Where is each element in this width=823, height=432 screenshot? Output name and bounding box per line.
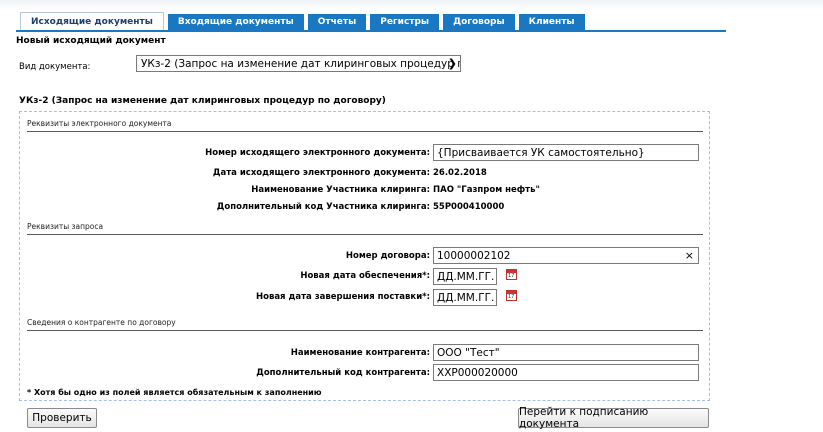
tab-contracts[interactable]: Договоры (443, 14, 515, 30)
top-strip (0, 0, 823, 10)
participant-name-label: Наименование Участника клиринга: (251, 185, 430, 195)
counterparty-name-label: Наименование контрагента: (290, 348, 430, 358)
clear-icon[interactable]: × (685, 249, 694, 262)
section-separator (27, 330, 703, 331)
counterparty-code-input[interactable]: XXP000020000 (433, 364, 699, 381)
contract-number-label: Номер договора: (345, 251, 430, 261)
contract-number-input[interactable]: 10000002102 × (433, 247, 699, 264)
tab-reports[interactable]: Отчеты (307, 14, 367, 30)
section-electronic-title: Реквизиты электронного документа (27, 119, 172, 128)
tab-clients[interactable]: Клиенты (518, 14, 585, 30)
counterparty-code-value: XXP000020000 (437, 366, 518, 379)
tab-outgoing[interactable]: Исходящие документы (20, 12, 164, 30)
counterparty-name-input[interactable]: ООО "Тест" (433, 344, 699, 361)
security-date-placeholder: ДД.ММ.ГГ. (437, 270, 495, 283)
tab-bar: Исходящие документы Входящие документы О… (20, 12, 589, 30)
delivery-date-label: Новая дата завершения поставки*: (255, 292, 430, 302)
doc-type-selected: УКз-2 (Запрос на изменение дат клирингов… (141, 57, 461, 70)
tab-incoming[interactable]: Входящие документы (167, 14, 304, 30)
outgoing-date-value: 26.02.2018 (433, 168, 487, 178)
participant-code-value: 55P000410000 (433, 202, 505, 212)
calendar-icon[interactable]: 17 (506, 269, 517, 280)
delivery-date-placeholder: ДД.ММ.ГГ. (437, 291, 495, 304)
counterparty-code-label: Дополнительный код контрагента: (256, 368, 430, 378)
sign-document-button[interactable]: Перейти к подписанию документа (518, 406, 709, 430)
tab-registers[interactable]: Регистры (370, 14, 440, 30)
required-fields-note: * Хотя бы одно из полей является обязате… (27, 388, 322, 397)
section-separator (27, 131, 703, 132)
outgoing-number-value: {Присваивается УК самостоятельно} (437, 146, 645, 159)
contract-number-value: 10000002102 (437, 249, 511, 262)
doc-type-label: Вид документа: (19, 62, 91, 72)
participant-code-label: Дополнительный код Участника клиринга: (216, 202, 430, 212)
outgoing-date-label: Дата исходящего электронного документа: (212, 168, 430, 178)
participant-name-value: ПАО "Газпром нефть" (433, 185, 540, 195)
calendar-icon[interactable]: 17 (506, 290, 517, 301)
outgoing-number-label: Номер исходящего электронного документа: (205, 148, 430, 158)
delivery-date-input[interactable]: ДД.ММ.ГГ. (433, 289, 497, 306)
security-date-input[interactable]: ДД.ММ.ГГ. (433, 268, 497, 285)
counterparty-name-value: ООО "Тест" (437, 346, 500, 359)
form-title: УКз-2 (Запрос на изменение дат клирингов… (19, 96, 386, 106)
section-separator (27, 234, 703, 235)
section-counterparty-title: Сведения о контрагенте по договору (27, 318, 176, 327)
security-date-label: Новая дата обеспечения*: (300, 271, 430, 281)
page-title: Новый исходящий документ (16, 36, 166, 46)
outgoing-number-input[interactable]: {Присваивается УК самостоятельно} (433, 144, 699, 161)
section-request-title: Реквизиты запроса (27, 222, 104, 231)
check-button[interactable]: Проверить (27, 408, 97, 428)
chevron-down-icon: ❯ (447, 57, 457, 70)
tab-underline (16, 30, 726, 32)
doc-type-select[interactable]: УКз-2 (Запрос на изменение дат клирингов… (136, 55, 461, 72)
